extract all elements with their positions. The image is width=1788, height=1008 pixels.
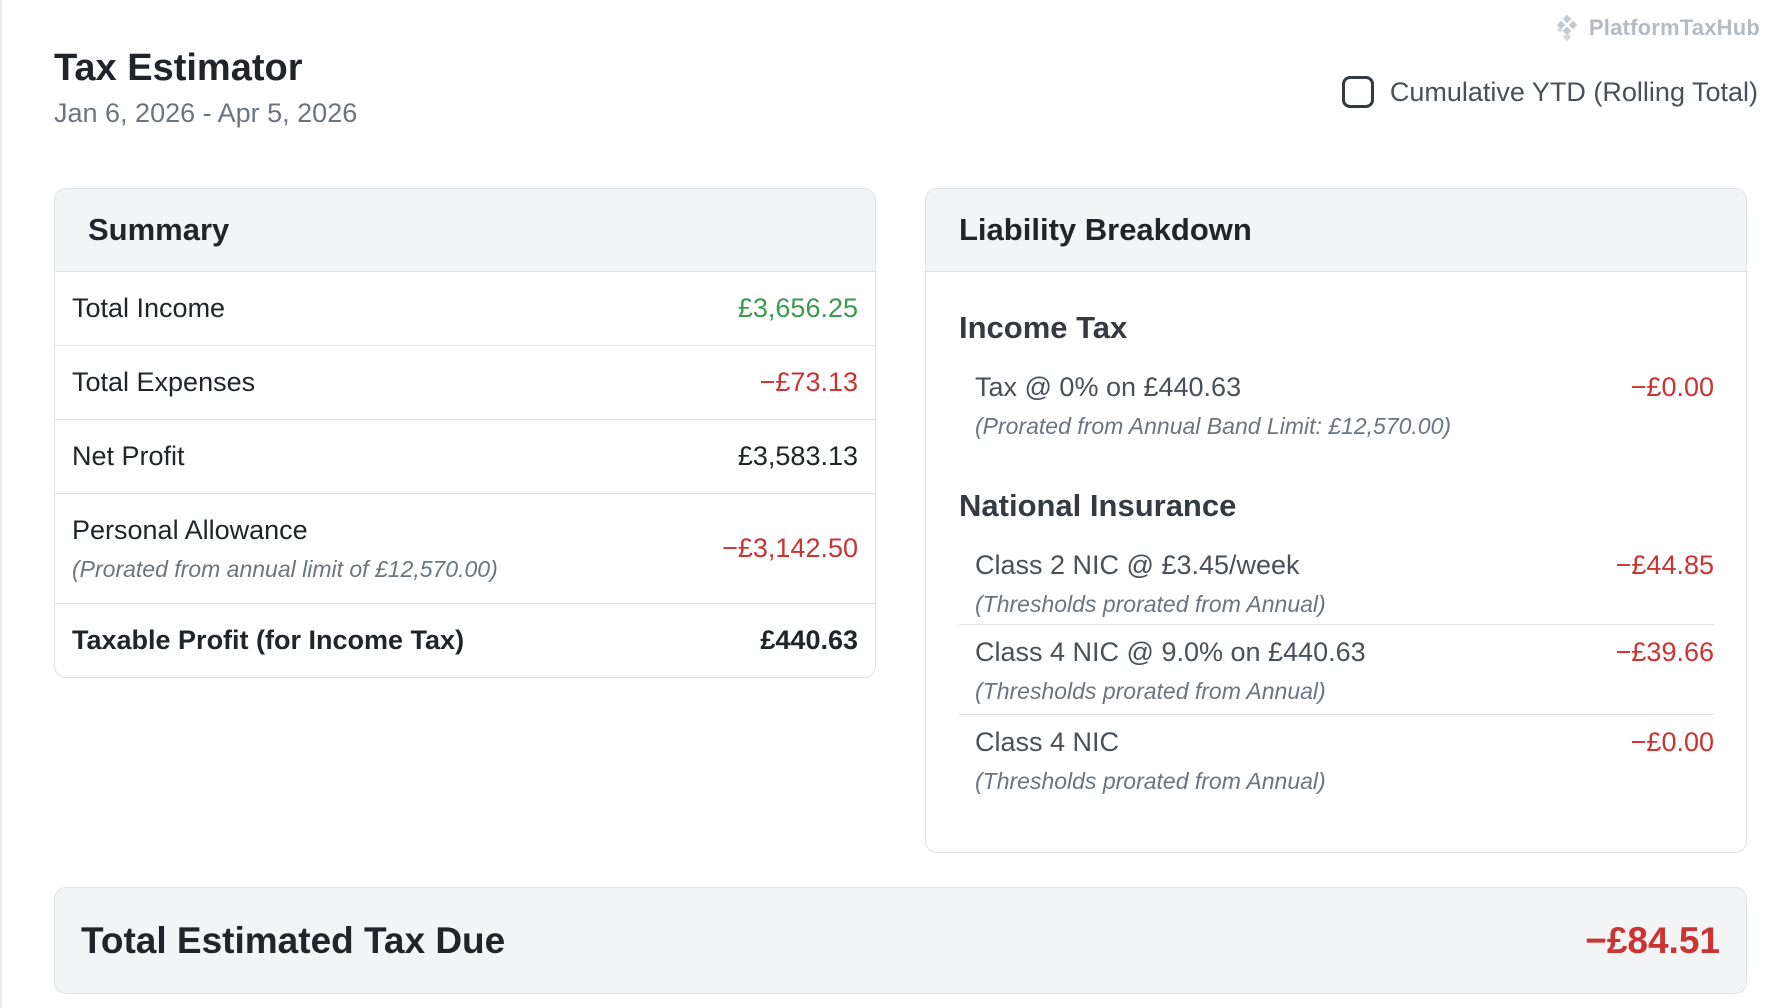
cumulative-ytd-checkbox[interactable] bbox=[1341, 76, 1374, 108]
row-note: (Prorated from annual limit of £12,570.0… bbox=[72, 555, 498, 582]
total-label: Total Estimated Tax Due bbox=[81, 919, 506, 961]
liability-body: Income Tax Tax @ 0% on £440.63 (Prorated… bbox=[926, 310, 1746, 795]
ni-item-class4-extra: Class 4 NIC (Thresholds prorated from An… bbox=[959, 715, 1714, 795]
item-label: Class 4 NIC bbox=[975, 727, 1120, 757]
summary-row-total-expenses: Total Expenses −£73.13 bbox=[55, 346, 875, 420]
item-note: (Thresholds prorated from Annual) bbox=[975, 591, 1326, 617]
item-note: (Prorated from Annual Band Limit: £12,57… bbox=[975, 413, 1452, 439]
liability-card-header: Liability Breakdown bbox=[926, 189, 1746, 272]
summary-row-taxable-profit: Taxable Profit (for Income Tax) £440.63 bbox=[55, 604, 875, 676]
row-value: £440.63 bbox=[760, 624, 858, 655]
row-label: Personal Allowance bbox=[72, 514, 308, 545]
ni-item-class4-main: Class 4 NIC @ 9.0% on £440.63 (Threshold… bbox=[959, 625, 1714, 715]
total-estimated-tax-bar: Total Estimated Tax Due −£84.51 bbox=[54, 887, 1747, 994]
tax-estimator-page: PlatformTaxHub Tax Estimator Jan 6, 2026… bbox=[0, 0, 1788, 1008]
item-text: Class 4 NIC @ 9.0% on £440.63 (Threshold… bbox=[975, 637, 1366, 705]
cumulative-ytd-label[interactable]: Cumulative YTD (Rolling Total) bbox=[1390, 77, 1758, 108]
item-value: −£0.00 bbox=[1630, 372, 1714, 402]
row-value: £3,583.13 bbox=[737, 441, 858, 471]
item-text: Class 2 NIC @ £3.45/week (Thresholds pro… bbox=[975, 550, 1326, 618]
item-value: −£44.85 bbox=[1615, 550, 1714, 580]
item-text: Tax @ 0% on £440.63 (Prorated from Annua… bbox=[975, 372, 1451, 440]
liability-breakdown-card: Liability Breakdown Income Tax Tax @ 0% … bbox=[925, 188, 1747, 853]
row-label: Total Expenses bbox=[72, 367, 256, 397]
summary-card-header: Summary bbox=[55, 189, 875, 272]
item-note: (Thresholds prorated from Annual) bbox=[975, 678, 1326, 704]
liability-title: Liability Breakdown bbox=[959, 212, 1252, 247]
summary-card: Summary Total Income £3,656.25 Total Exp… bbox=[54, 188, 876, 678]
row-value: −£73.13 bbox=[759, 367, 858, 397]
income-tax-item: Tax @ 0% on £440.63 (Prorated from Annua… bbox=[959, 372, 1714, 440]
income-tax-heading: Income Tax bbox=[959, 310, 1128, 345]
brand-name: PlatformTaxHub bbox=[1588, 15, 1760, 40]
row-label: Taxable Profit (for Income Tax) bbox=[72, 624, 465, 655]
summary-title: Summary bbox=[88, 212, 230, 247]
row-label: Net Profit bbox=[72, 441, 185, 471]
page-title: Tax Estimator bbox=[54, 47, 303, 89]
summary-row-personal-allowance: Personal Allowance (Prorated from annual… bbox=[55, 494, 875, 604]
item-note: (Thresholds prorated from Annual) bbox=[975, 768, 1326, 794]
item-value: −£39.66 bbox=[1615, 637, 1714, 667]
row-label: Total Income bbox=[72, 293, 226, 323]
brand-watermark: PlatformTaxHub bbox=[1553, 14, 1760, 42]
item-label: Class 2 NIC @ £3.45/week bbox=[975, 550, 1300, 580]
national-insurance-heading: National Insurance bbox=[959, 488, 1237, 523]
page-header: Tax Estimator Jan 6, 2026 - Apr 5, 2026 bbox=[54, 46, 357, 129]
row-value: £3,656.25 bbox=[737, 293, 858, 323]
diamond-grid-logo-icon bbox=[1556, 14, 1578, 42]
total-value: −£84.51 bbox=[1585, 919, 1720, 961]
item-text: Class 4 NIC (Thresholds prorated from An… bbox=[975, 727, 1326, 795]
row-text: Personal Allowance (Prorated from annual… bbox=[72, 515, 498, 583]
row-value: −£3,142.50 bbox=[722, 533, 858, 563]
ni-item-class2: Class 2 NIC @ £3.45/week (Thresholds pro… bbox=[959, 550, 1714, 625]
item-value: −£0.00 bbox=[1630, 727, 1714, 757]
summary-row-net-profit: Net Profit £3,583.13 bbox=[55, 420, 875, 494]
date-range: Jan 6, 2026 - Apr 5, 2026 bbox=[54, 97, 358, 128]
item-label: Class 4 NIC @ 9.0% on £440.63 bbox=[975, 637, 1366, 667]
cumulative-ytd-toggle[interactable]: Cumulative YTD (Rolling Total) bbox=[1341, 76, 1758, 108]
item-label: Tax @ 0% on £440.63 bbox=[975, 372, 1242, 402]
summary-row-total-income: Total Income £3,656.25 bbox=[55, 272, 875, 346]
